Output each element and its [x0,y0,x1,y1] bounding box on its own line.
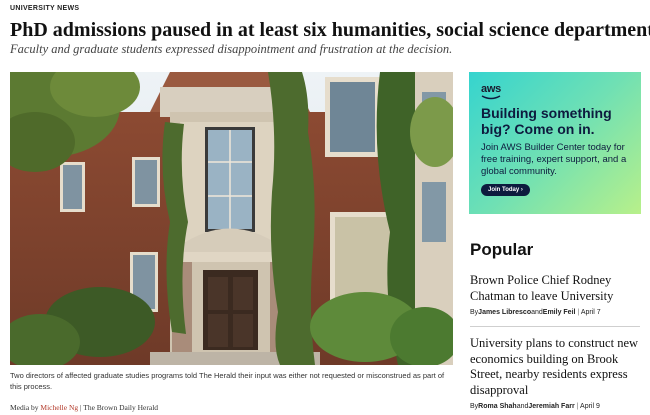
popular-divider [470,326,640,327]
byline-and: and [531,309,543,316]
aws-smile-icon [481,95,501,100]
credit-source: The Brown Daily Herald [83,403,159,412]
credit-author-link[interactable]: Michelle Ng [40,403,78,412]
popular-item-headline[interactable]: Brown Police Chief Rodney Chatman to lea… [470,273,640,304]
hero-photo [10,72,453,365]
popular-item[interactable]: Brown Police Chief Rodney Chatman to lea… [470,273,640,316]
byline-separator: | [577,309,580,316]
byline-and: and [516,403,529,410]
byline-by: By [470,403,479,410]
byline-date: April 9 [580,403,600,410]
photo-credit: Media by Michelle Ng | The Brown Daily H… [10,403,158,412]
popular-item-byline: ByRoma ShahandJeremiah Farr | April 9 [470,403,640,410]
aws-logo: aws [481,83,501,95]
byline-author-link[interactable]: Roma Shah [478,403,517,410]
article-subheadline: Faculty and graduate students expressed … [10,42,453,56]
credit-prefix: Media by [10,403,39,412]
popular-item[interactable]: University plans to construct new econom… [470,336,640,410]
popular-heading: Popular [470,240,534,259]
byline-author-link[interactable]: James Libresco [478,309,531,316]
ad-body: Join AWS Builder Center today for free t… [481,142,627,177]
article-headline: PhD admissions paused in at least six hu… [10,19,650,41]
ad-headline: Building something big? Come on in. [481,105,612,137]
photo-caption: Two directors of affected graduate studi… [10,371,445,391]
aws-advertisement[interactable]: aws Building something big? Come on in. … [469,72,641,214]
popular-item-byline: ByJames LibrescoandEmily Feil | April 7 [470,309,640,316]
popular-item-headline[interactable]: University plans to construct new econom… [470,336,640,398]
join-today-button[interactable]: Join Today › [481,184,530,196]
byline-author-link[interactable]: Emily Feil [543,309,576,316]
byline-by: By [470,309,479,316]
credit-separator: | [80,403,82,412]
byline-date: April 7 [580,309,601,316]
byline-separator: | [576,403,579,410]
byline-author-link[interactable]: Jeremiah Farr [528,403,574,410]
section-category[interactable]: UNIVERSITY NEWS [10,5,79,12]
